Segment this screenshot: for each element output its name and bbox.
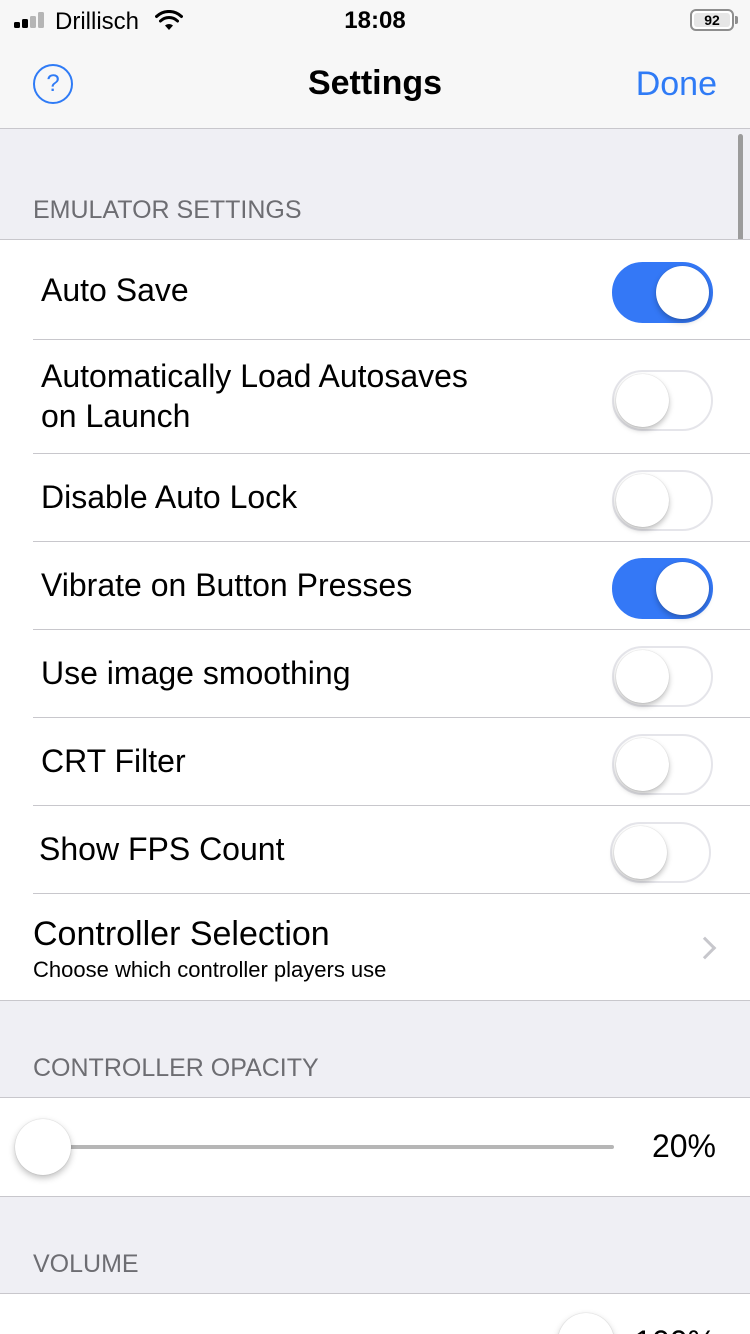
toggle-knob	[616, 374, 669, 427]
controller-opacity-group: 20%	[0, 1097, 750, 1197]
toggle-knob	[616, 474, 669, 527]
volume-group: 100%	[0, 1293, 750, 1334]
controller-selection-row[interactable]: Controller Selection Choose which contro…	[0, 894, 750, 1001]
opacity-slider-track[interactable]	[42, 1145, 614, 1149]
setting-row-crt-filter: CRT Filter	[0, 718, 750, 805]
vibrate-toggle[interactable]	[612, 558, 713, 619]
controller-selection-title: Controller Selection	[33, 915, 330, 953]
toggle-knob	[616, 650, 669, 703]
volume-value: 100%	[634, 1324, 716, 1334]
emulator-settings-group: Auto Save Automatically Load Autosaves o…	[0, 239, 750, 1001]
setting-row-show-fps: Show FPS Count	[0, 806, 750, 893]
crt-filter-toggle[interactable]	[612, 734, 713, 795]
toggle-knob	[614, 826, 667, 879]
controller-selection-subtitle: Choose which controller players use	[33, 957, 387, 982]
section-header-emulator-settings: EMULATOR SETTINGS	[33, 196, 302, 224]
auto-save-label: Auto Save	[41, 272, 189, 308]
setting-row-vibrate: Vibrate on Button Presses	[0, 542, 750, 629]
setting-row-auto-load: Automatically Load Autosaves on Launch	[0, 340, 750, 453]
disable-auto-lock-label: Disable Auto Lock	[41, 479, 298, 515]
crt-filter-label: CRT Filter	[41, 743, 186, 779]
chevron-right-icon	[693, 936, 717, 960]
opacity-value: 20%	[651, 1128, 716, 1164]
auto-load-label-line1: Automatically Load Autosaves	[41, 358, 468, 394]
status-time: 18:08	[344, 7, 406, 34]
section-header-controller-opacity: CONTROLLER OPACITY	[33, 1054, 319, 1082]
done-button[interactable]: Done	[636, 65, 717, 104]
toggle-knob	[656, 562, 709, 615]
opacity-slider-thumb[interactable]	[15, 1119, 71, 1175]
setting-row-auto-save: Auto Save	[0, 240, 750, 339]
volume-slider-thumb[interactable]	[558, 1313, 614, 1334]
show-fps-label: Show FPS Count	[39, 831, 285, 867]
toggle-knob	[616, 738, 669, 791]
disable-auto-lock-toggle[interactable]	[612, 470, 713, 531]
image-smoothing-label: Use image smoothing	[41, 655, 351, 691]
auto-load-label-line2: on Launch	[41, 398, 191, 434]
battery-icon: 92	[690, 9, 734, 31]
battery-cap	[735, 16, 738, 24]
vibrate-label: Vibrate on Button Presses	[41, 567, 413, 603]
setting-row-image-smoothing: Use image smoothing	[0, 630, 750, 717]
image-smoothing-toggle[interactable]	[612, 646, 713, 707]
toggle-knob	[656, 266, 709, 319]
show-fps-toggle[interactable]	[610, 822, 711, 883]
setting-row-disable-auto-lock: Disable Auto Lock	[0, 454, 750, 541]
navigation-bar: ? Settings Done	[0, 40, 750, 129]
auto-load-toggle[interactable]	[612, 370, 713, 431]
section-header-volume: VOLUME	[33, 1250, 139, 1278]
battery-percent: 92	[704, 12, 720, 28]
auto-save-toggle[interactable]	[612, 262, 713, 323]
status-bar: Drillisch 18:08 92	[0, 0, 750, 40]
